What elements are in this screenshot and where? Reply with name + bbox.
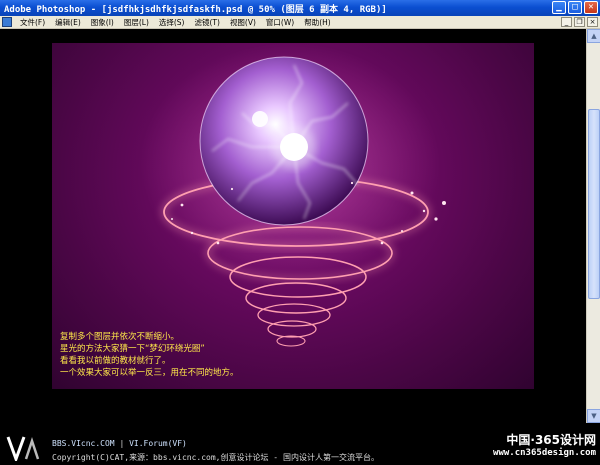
menu-bar: 文件(F) 编辑(E) 图象(I) 图层(L) 选择(S) 滤镜(T) 视图(V… — [0, 16, 600, 29]
doc-restore-button[interactable]: ❐ — [574, 17, 585, 27]
menu-select[interactable]: 选择(S) — [154, 17, 190, 28]
caption-line: 星光的方法大家猜一下“梦幻环绕光圈” — [60, 344, 205, 354]
scroll-up-arrow-icon[interactable]: ▲ — [587, 29, 600, 43]
minimize-icon: _ — [564, 17, 569, 26]
close-icon: ✕ — [588, 2, 594, 12]
scroll-thumb[interactable] — [588, 109, 600, 299]
footer-copyright: Copyright(C)CAT,来源：bbs.vicnc.com,创意设计论坛 … — [52, 453, 379, 462]
vertical-scrollbar[interactable]: ▲ ▼ — [586, 29, 600, 423]
close-icon: × — [589, 17, 596, 26]
menu-file[interactable]: 文件(F) — [15, 17, 50, 28]
caption-line: 复制多个图层并依次不断缩小。 — [60, 332, 180, 342]
doc-close-button[interactable]: × — [587, 17, 598, 27]
caption-line: 看看我以前做的教材就行了。 — [60, 356, 171, 366]
menu-edit[interactable]: 编辑(E) — [50, 17, 86, 28]
menu-image[interactable]: 图象(I) — [86, 17, 119, 28]
document-canvas[interactable]: 复制多个图层并依次不断缩小。 星光的方法大家猜一下“梦幻环绕光圈” 看看我以前做… — [52, 43, 534, 389]
footer-site-line: BBS.VIcnc.COM | VI.Forum(VF) — [52, 439, 187, 448]
caption-line: 一个效果大家可以举一反三，用在不同的地方。 — [60, 368, 239, 378]
photoshop-app-icon[interactable] — [2, 17, 12, 27]
vi-logo-icon — [6, 436, 40, 461]
title-bar: Adobe Photoshop - [jsdfhkjsdhfkjsdfaskfh… — [0, 0, 600, 16]
watermark-title: 中国·365设计网 — [506, 433, 596, 447]
document-controls: _ ❐ × — [561, 17, 598, 27]
footer-separator: | — [114, 439, 130, 448]
maximize-icon: □ — [572, 2, 578, 12]
window-controls: ▁ □ ✕ — [552, 1, 598, 14]
tutorial-caption: 复制多个图层并依次不断缩小。 星光的方法大家猜一下“梦幻环绕光圈” 看看我以前做… — [60, 331, 239, 379]
menu-layer[interactable]: 图层(L) — [119, 17, 154, 28]
watermark: 中国·365设计网 www.cn365design.com — [493, 431, 596, 458]
restore-icon: ❐ — [576, 17, 583, 26]
watermark-url: www.cn365design.com — [493, 448, 596, 458]
menu-filter[interactable]: 滤镜(T) — [190, 17, 225, 28]
scroll-down-arrow-icon[interactable]: ▼ — [587, 409, 600, 423]
menu-window[interactable]: 窗口(W) — [261, 17, 299, 28]
maximize-button[interactable]: □ — [568, 1, 582, 14]
footer-forum-link[interactable]: VI.Forum(VF) — [129, 439, 187, 448]
menu-view[interactable]: 视图(V) — [225, 17, 261, 28]
minimize-button[interactable]: ▁ — [552, 1, 566, 14]
menu-help[interactable]: 帮助(H) — [299, 17, 336, 28]
close-button[interactable]: ✕ — [584, 1, 598, 14]
doc-minimize-button[interactable]: _ — [561, 17, 572, 27]
footer-site-link[interactable]: BBS.VIcnc.COM — [52, 439, 115, 448]
minimize-icon: ▁ — [556, 2, 562, 12]
window-title: Adobe Photoshop - [jsdfhkjsdhfkjsdfaskfh… — [4, 4, 387, 15]
footer-banner: BBS.VIcnc.COM | VI.Forum(VF) Copyright(C… — [0, 423, 600, 465]
